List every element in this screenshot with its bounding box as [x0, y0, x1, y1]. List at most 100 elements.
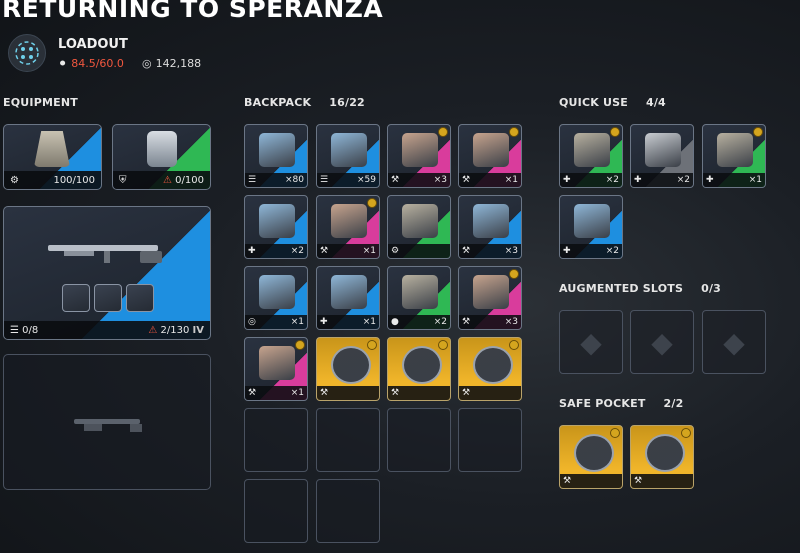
item-quantity: ×3 — [504, 246, 518, 256]
quick-use-item-2[interactable]: ✚ ×2 — [630, 124, 694, 188]
plus-icon: ✚ — [248, 246, 256, 256]
item-image — [331, 275, 367, 309]
upgrade-badge-icon — [610, 428, 620, 438]
wrench-icon: ⚒ — [634, 476, 643, 486]
warning-icon: ⚠ — [148, 324, 158, 336]
loadout-logo-icon — [8, 34, 46, 72]
quick-use-item-4[interactable]: ✚ ×2 — [559, 195, 623, 259]
item-footer: ✚ ×2 — [560, 173, 622, 187]
backpack-empty-slot[interactable] — [387, 408, 451, 472]
upgrade-badge-icon — [509, 340, 519, 350]
wrench-icon: ⚒ — [391, 175, 400, 185]
shield-slot[interactable]: ⛨ ⚠ 0/100 — [112, 124, 211, 190]
backpack-item-14[interactable]: ⚒ — [316, 337, 380, 401]
quick-use-label: QUICK USE — [559, 96, 628, 109]
item-quantity: ×2 — [605, 175, 619, 185]
augment-durability: 100/100 — [53, 174, 95, 186]
quick-use-item-1[interactable]: ✚ ×2 — [559, 124, 623, 188]
equipment-heading: EQUIPMENT — [3, 96, 78, 109]
weapon-placeholder-icon — [74, 419, 142, 432]
weapon-ammo: 0/8 — [22, 324, 39, 336]
augmented-heading: AUGMENTED SLOTS 0/3 — [559, 282, 721, 295]
upgrade-badge-icon — [367, 198, 377, 208]
item-footer: ⚒ — [317, 386, 379, 400]
wrench-icon: ⚒ — [391, 388, 400, 398]
weapon-mod-slot-3[interactable] — [126, 284, 154, 312]
item-image — [259, 346, 295, 380]
backpack-item-2[interactable]: ☰ ×59 — [316, 124, 380, 188]
backpack-item-9[interactable]: ◎ ×1 — [244, 266, 308, 330]
item-image — [259, 204, 295, 238]
backpack-item-6[interactable]: ⚒ ×1 — [316, 195, 380, 259]
bomb-icon: ● — [391, 317, 399, 327]
backpack-empty-slot[interactable] — [244, 408, 308, 472]
augmented-slot-3[interactable]: ◆ — [702, 310, 766, 374]
item-quantity: ×59 — [357, 175, 376, 185]
backpack-item-1[interactable]: ☰ ×80 — [244, 124, 308, 188]
backpack-item-8[interactable]: ⚒ ×3 — [458, 195, 522, 259]
backpack-item-16[interactable]: ⚒ — [458, 337, 522, 401]
weapon-mod-slot-1[interactable] — [62, 284, 90, 312]
safe-pocket-item-1[interactable]: ⚒ — [559, 425, 623, 489]
item-footer: ⚒ — [631, 474, 693, 488]
weapon-tier: IV — [192, 324, 204, 336]
safe-pocket-count: 2/2 — [663, 397, 684, 410]
upgrade-badge-icon — [681, 428, 691, 438]
backpack-item-15[interactable]: ⚒ — [387, 337, 451, 401]
item-image — [473, 275, 509, 309]
secondary-weapon-slot[interactable] — [3, 354, 211, 490]
item-image — [331, 346, 371, 384]
backpack-item-13[interactable]: ⚒ ×1 — [244, 337, 308, 401]
item-footer: ⚒ ×1 — [245, 386, 307, 400]
augmented-slot-2[interactable]: ◆ — [630, 310, 694, 374]
item-quantity: ×1 — [504, 175, 518, 185]
target-icon: ◎ — [248, 317, 256, 327]
coins-value: 142,188 — [155, 57, 202, 70]
diamond-icon: ◆ — [580, 325, 602, 359]
weapon-mod-slot-2[interactable] — [94, 284, 122, 312]
safe-pocket-item-2[interactable]: ⚒ — [630, 425, 694, 489]
upgrade-badge-icon — [610, 127, 620, 137]
ammo-icon: ☰ — [248, 175, 257, 185]
upgrade-badge-icon — [509, 127, 519, 137]
quick-use-heading: QUICK USE 4/4 — [559, 96, 666, 109]
item-image — [473, 204, 509, 238]
item-image — [574, 204, 610, 238]
item-footer: ⚒ ×3 — [459, 244, 521, 258]
item-footer: ◎ ×1 — [245, 315, 307, 329]
backpack-item-12[interactable]: ⚒ ×3 — [458, 266, 522, 330]
backpack-empty-slot[interactable] — [316, 479, 380, 543]
backpack-empty-slot[interactable] — [458, 408, 522, 472]
item-footer: ✚ ×2 — [560, 244, 622, 258]
item-quantity: ×2 — [290, 246, 304, 256]
item-image — [473, 346, 513, 384]
backpack-item-3[interactable]: ⚒ ×3 — [387, 124, 451, 188]
augment-slot[interactable]: ⚙ 100/100 — [3, 124, 102, 190]
item-footer: ✚ ×1 — [317, 315, 379, 329]
plus-icon: ✚ — [563, 175, 571, 185]
backpack-empty-slot[interactable] — [244, 479, 308, 543]
backpack-item-10[interactable]: ✚ ×1 — [316, 266, 380, 330]
wrench-icon: ⚒ — [248, 388, 257, 398]
item-footer: ✚ ×2 — [245, 244, 307, 258]
backpack-item-7[interactable]: ⚙ — [387, 195, 451, 259]
backpack-empty-slot[interactable] — [316, 408, 380, 472]
item-image — [331, 204, 367, 238]
quick-use-item-3[interactable]: ✚ ×1 — [702, 124, 766, 188]
wrench-icon: ⚒ — [563, 476, 572, 486]
item-image — [331, 133, 367, 167]
backpack-item-11[interactable]: ● ×2 — [387, 266, 451, 330]
item-footer: ⚒ — [459, 386, 521, 400]
wrench-icon: ⚒ — [320, 388, 329, 398]
quick-use-count: 4/4 — [645, 96, 666, 109]
augmented-slot-1[interactable]: ◆ — [559, 310, 623, 374]
primary-weapon-slot[interactable]: ☰ 0/8 ⚠ 2/130 IV — [3, 206, 211, 340]
upgrade-badge-icon — [438, 340, 448, 350]
item-image — [645, 434, 685, 472]
item-image — [473, 133, 509, 167]
item-image — [259, 133, 295, 167]
plus-icon: ✚ — [320, 317, 328, 327]
diamond-icon: ◆ — [723, 325, 745, 359]
backpack-item-4[interactable]: ⚒ ×1 — [458, 124, 522, 188]
backpack-item-5[interactable]: ✚ ×2 — [244, 195, 308, 259]
